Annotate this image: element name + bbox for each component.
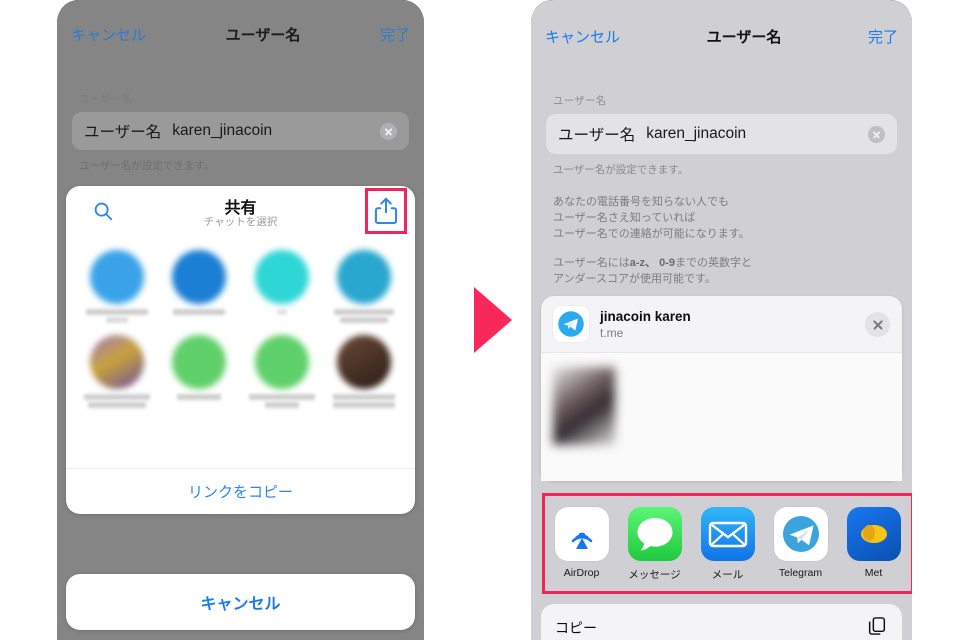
right-navbar: キャンセル ユーザー名 完了 — [531, 24, 912, 48]
right-cancel-button[interactable]: キャンセル — [545, 26, 620, 47]
avatar-name-redacted — [329, 394, 399, 408]
telegram-share-header: 共有 チャットを選択 — [66, 186, 415, 240]
copy-link-button[interactable]: リンクをコピー — [66, 469, 415, 514]
telegram-chat-item[interactable] — [329, 250, 399, 323]
left-cancel-button[interactable]: キャンセル — [71, 24, 146, 45]
left-navbar: キャンセル ユーザー名 完了 — [57, 22, 424, 46]
description-line-3: ユーザー名での連絡が可能になります。 — [553, 228, 750, 240]
avatar — [90, 250, 145, 304]
description-line-4: ユーザー名にはa-z、 0-9までの英数字と — [553, 255, 883, 271]
ios-action-list: コピー — [541, 604, 902, 640]
telegram-chat-item[interactable] — [82, 250, 152, 323]
telegram-icon — [553, 306, 589, 342]
left-phone-frame: キャンセル ユーザー名 完了 ユーザー名 ユーザー名 karen_jinacoi… — [57, 0, 424, 640]
telegram-chat-grid — [66, 240, 415, 426]
telegram-chat-item[interactable] — [164, 335, 234, 408]
telegram-chat-item[interactable] — [82, 335, 152, 408]
right-username-field-value: karen_jinacoin — [646, 125, 747, 142]
left-username-field-prefix: ユーザー名 — [84, 124, 162, 141]
left-username-section-label: ユーザー名 — [79, 93, 133, 105]
right-done-button[interactable]: 完了 — [868, 26, 898, 47]
avatar-name-redacted — [247, 309, 317, 315]
share-cancel-button[interactable]: キャンセル — [66, 574, 415, 630]
avatar — [90, 335, 145, 389]
description-line-2: ユーザー名さえ知っていれば — [553, 212, 696, 224]
description-line-4-c: までの英数字と — [675, 257, 753, 269]
right-username-field[interactable]: ユーザー名 karen_jinacoin — [546, 114, 897, 154]
left-username-hint: ユーザー名が設定できます。 — [79, 160, 215, 172]
avatar-name-redacted — [82, 309, 152, 323]
telegram-chat-row — [66, 246, 415, 331]
telegram-chat-item[interactable] — [247, 335, 317, 408]
clear-circle-icon[interactable] — [868, 125, 885, 143]
telegram-chat-item[interactable] — [329, 335, 399, 408]
telegram-chat-item[interactable] — [247, 250, 317, 323]
description-line-1: あなたの電話番号を知らない人でも — [553, 196, 729, 208]
flow-arrow-icon — [474, 287, 512, 353]
avatar — [172, 335, 227, 389]
avatar-name-redacted — [164, 394, 234, 400]
preview-thumbnail-redacted — [553, 367, 615, 445]
ios-share-meta: jinacoin karen t.me — [600, 309, 691, 340]
app-row-highlight-box — [542, 493, 912, 594]
copy-icon — [866, 615, 888, 640]
description-charset: a-z、 0-9 — [629, 257, 676, 269]
avatar-name-redacted — [82, 394, 152, 408]
avatar — [336, 335, 391, 389]
right-phone-frame: キャンセル ユーザー名 完了 ユーザー名 ユーザー名 karen_jinacoi… — [531, 0, 912, 640]
avatar-name-redacted — [164, 309, 234, 315]
ios-share-subtitle: t.me — [600, 325, 624, 340]
right-username-field-prefix: ユーザー名 — [558, 127, 636, 144]
right-username-section-label: ユーザー名 — [553, 95, 607, 107]
right-phone-screen: キャンセル ユーザー名 完了 ユーザー名 ユーザー名 karen_jinacoi… — [531, 0, 912, 640]
avatar — [254, 335, 309, 389]
copy-action-label: コピー — [555, 619, 597, 636]
avatar-name-redacted — [329, 309, 399, 323]
description-line-4-a: ユーザー名には — [553, 257, 630, 269]
ios-share-header: jinacoin karen t.me — [541, 296, 902, 352]
right-page-title: ユーザー名 — [706, 28, 782, 46]
left-phone-screen: キャンセル ユーザー名 完了 ユーザー名 ユーザー名 karen_jinacoi… — [57, 0, 424, 640]
export-icon-highlight-box — [365, 188, 407, 234]
avatar-name-redacted — [247, 394, 317, 408]
telegram-chat-item[interactable] — [164, 250, 234, 323]
username-description: あなたの電話番号を知らない人でも ユーザー名さえ知っていれば ユーザー名での連絡… — [553, 194, 883, 287]
description-line-5: アンダースコアが使用可能です。 — [553, 273, 716, 285]
left-done-button[interactable]: 完了 — [380, 24, 410, 45]
telegram-share-subtitle: チャットを選択 — [203, 216, 278, 228]
left-username-field[interactable]: ユーザー名 karen_jinacoin — [72, 112, 409, 150]
ios-share-sheet-card: jinacoin karen t.me — [541, 296, 902, 481]
clear-circle-icon[interactable] — [380, 122, 397, 140]
left-page-title: ユーザー名 — [225, 26, 301, 44]
ios-share-title: jinacoin karen — [600, 308, 691, 324]
screenshot-stage: キャンセル ユーザー名 完了 ユーザー名 ユーザー名 karen_jinacoi… — [0, 0, 960, 640]
close-icon[interactable] — [865, 311, 890, 337]
right-username-hint: ユーザー名が設定できます。 — [553, 164, 689, 176]
telegram-share-sheet: 共有 チャットを選択 リンクをコピー — [66, 186, 415, 514]
telegram-chat-row — [66, 331, 415, 416]
ios-share-preview — [541, 352, 902, 481]
avatar — [254, 250, 309, 304]
copy-action-row[interactable]: コピー — [541, 604, 902, 640]
avatar — [172, 250, 227, 304]
left-username-field-value: karen_jinacoin — [172, 122, 273, 139]
avatar — [336, 250, 391, 304]
